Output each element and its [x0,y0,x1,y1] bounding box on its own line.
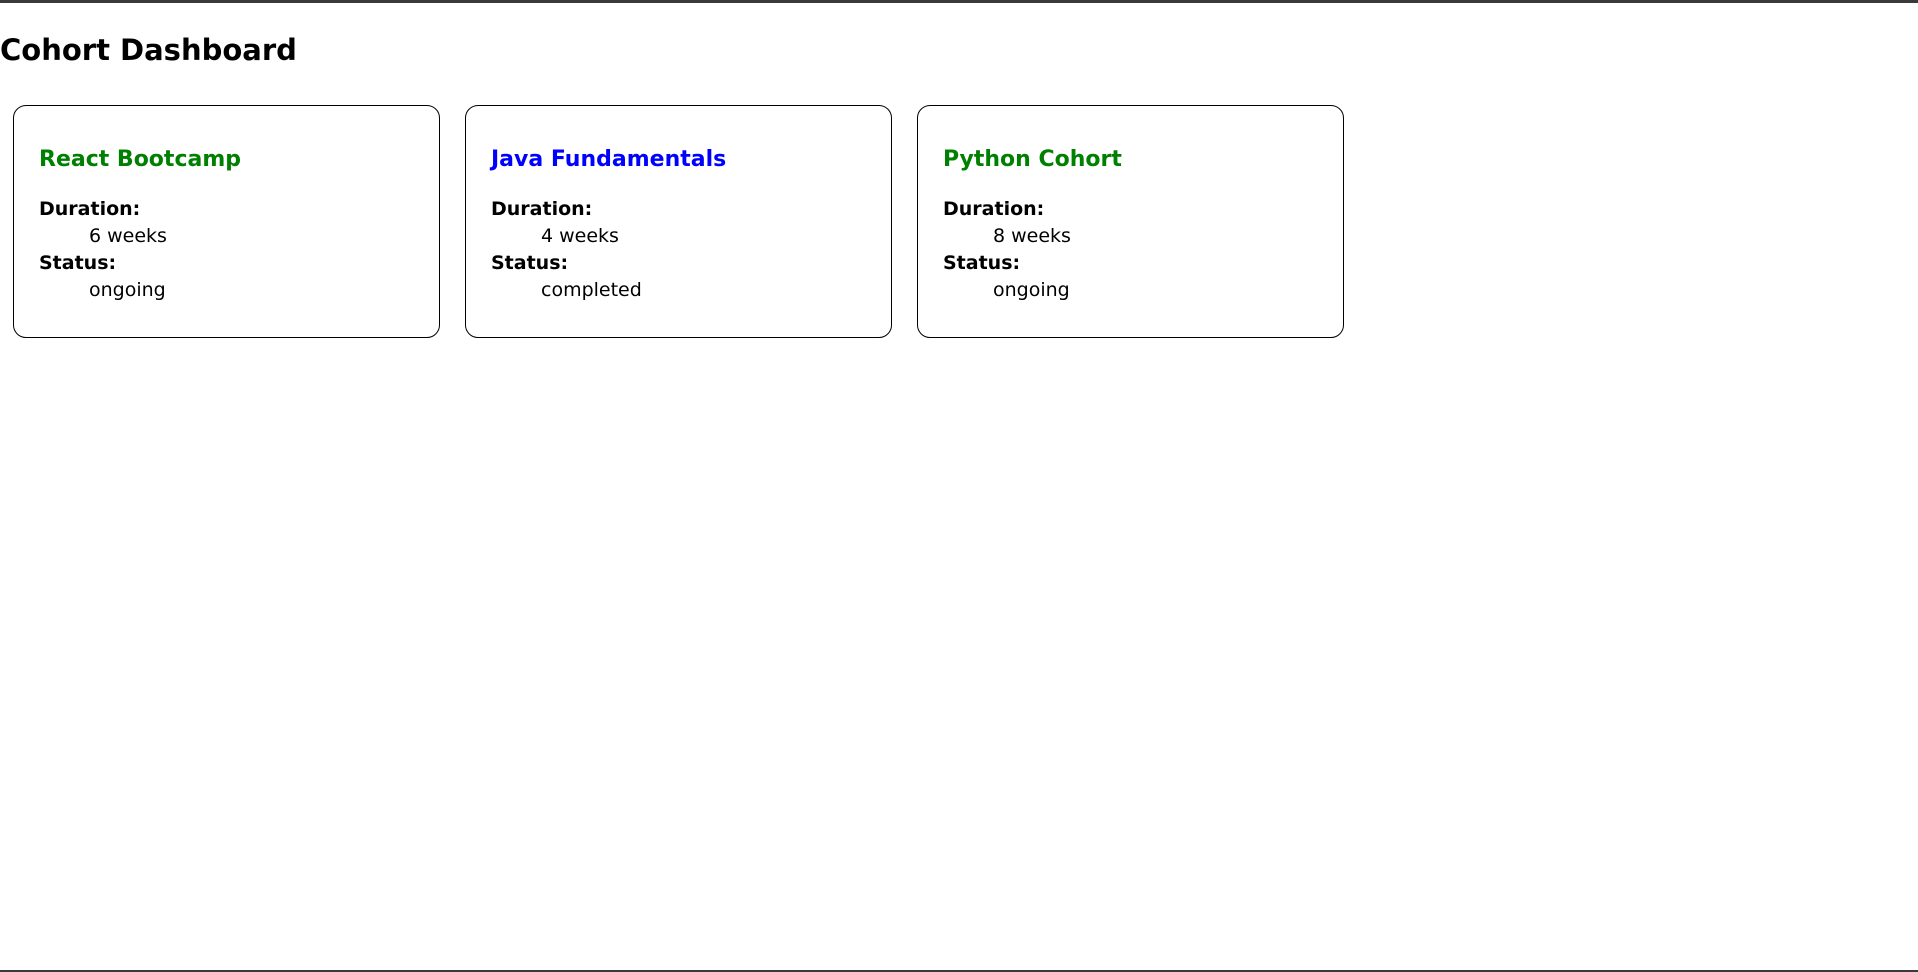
status-label: Status: [491,252,569,274]
status-label: Status: [943,252,1021,274]
page-title: Cohort Dashboard [0,33,297,67]
status-value: ongoing [89,279,166,301]
cohort-card-python-cohort: Python Cohort Duration: 8 weeks Status: … [917,105,1344,338]
duration-label: Duration: [39,198,141,220]
status-value: ongoing [993,279,1070,301]
duration-label: Duration: [491,198,593,220]
duration-value: 6 weeks [89,225,167,247]
cohort-card-react-bootcamp: React Bootcamp Duration: 6 weeks Status:… [13,105,440,338]
cohort-card-java-fundamentals: Java Fundamentals Duration: 4 weeks Stat… [465,105,892,338]
duration-label: Duration: [943,198,1045,220]
cohort-title: Python Cohort [943,147,1122,172]
cohort-details: Duration: 8 weeks Status: ongoing [943,196,1318,304]
cohort-title: Java Fundamentals [491,147,727,172]
status-label: Status: [39,252,117,274]
cohort-details: Duration: 6 weeks Status: ongoing [39,196,414,304]
duration-value: 4 weeks [541,225,619,247]
duration-value: 8 weeks [993,225,1071,247]
cohort-card-grid: React Bootcamp Duration: 6 weeks Status:… [13,105,1344,338]
status-value: completed [541,279,642,301]
cohort-details: Duration: 4 weeks Status: completed [491,196,866,304]
window-top-border [0,0,1918,3]
cohort-title: React Bootcamp [39,147,241,172]
